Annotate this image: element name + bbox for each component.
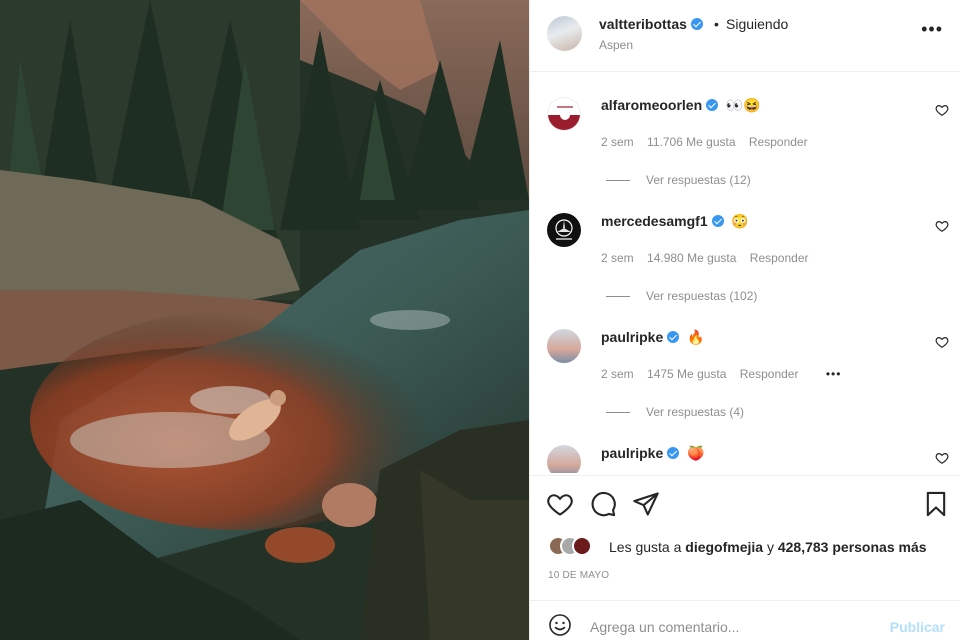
publish-button[interactable]: Publicar [890, 619, 945, 635]
commenter-username[interactable]: paulripke 🔥 [601, 329, 704, 346]
comment-meta: 2 sem 11.706 Me gusta Responder [601, 135, 818, 149]
comment-text: 🍑 [687, 445, 705, 461]
mercedes-logo-icon [555, 219, 573, 240]
verified-badge-icon [667, 331, 680, 343]
more-options-icon[interactable]: ••• [921, 20, 943, 38]
commenter-username[interactable]: paulripke 🍑 [601, 445, 704, 462]
author-username[interactable]: valtteribottas [599, 16, 703, 32]
comment-item: paulripke 🍑 [530, 421, 960, 473]
replies-divider [606, 412, 630, 414]
comment-input[interactable]: Agrega un comentario... [590, 619, 739, 635]
comment-time[interactable]: 2 sem [601, 135, 634, 149]
view-replies-label[interactable]: Ver respuestas (102) [646, 289, 757, 303]
comment-text: 🔥 [687, 329, 705, 345]
verified-badge-icon [706, 99, 719, 111]
author-avatar[interactable] [547, 16, 582, 51]
comment-options-icon[interactable]: ••• [826, 367, 842, 381]
verified-badge-icon [711, 215, 724, 227]
commenter-username-text[interactable]: mercedesamgf1 [601, 213, 708, 229]
comment-meta: 2 sem 1475 Me gusta Responder ••• [601, 367, 851, 381]
like-heart-icon[interactable] [546, 490, 574, 518]
comment-item: alfaromeoorlen 👀😆 2 sem 11.706 Me gusta … [530, 73, 960, 189]
replies-divider [606, 296, 630, 298]
comment-icon[interactable] [589, 490, 617, 518]
post-location[interactable]: Aspen [599, 38, 633, 52]
view-replies-button[interactable]: Ver respuestas (4) [606, 405, 744, 419]
commenter-username-text[interactable]: paulripke [601, 445, 663, 461]
like-comment-heart-icon[interactable] [935, 103, 949, 117]
post-photo[interactable] [0, 0, 529, 640]
commenter-avatar[interactable] [547, 97, 581, 131]
post-date[interactable]: 10 DE MAYO [548, 570, 609, 581]
liker-avatar [572, 536, 592, 556]
commenter-avatar[interactable] [547, 445, 581, 473]
reply-button[interactable]: Responder [749, 135, 808, 149]
comments-list[interactable]: alfaromeoorlen 👀😆 2 sem 11.706 Me gusta … [530, 73, 960, 473]
comment-likes[interactable]: 14.980 Me gusta [647, 251, 736, 265]
view-replies-button[interactable]: Ver respuestas (102) [606, 289, 757, 303]
comment-text: 😳 [731, 213, 749, 229]
likes-conj: y [766, 539, 774, 555]
commenter-username-text[interactable]: alfaromeoorlen [601, 97, 702, 113]
comment-time[interactable]: 2 sem [601, 251, 634, 265]
comment-text: 👀😆 [725, 97, 761, 113]
post-actions: Les gusta a diegofmejia y 428,783 person… [530, 475, 960, 600]
likes-text: Les gusta a diegofmejia y 428,783 person… [609, 539, 927, 555]
commenter-username-text[interactable]: paulripke [601, 329, 663, 345]
comment-likes[interactable]: 11.706 Me gusta [647, 135, 736, 149]
verified-badge-icon [690, 18, 703, 30]
comment-item: paulripke 🔥 2 sem 1475 Me gusta Responde… [530, 305, 960, 421]
commenter-avatar[interactable] [547, 329, 581, 363]
share-icon[interactable] [632, 490, 660, 518]
like-comment-heart-icon[interactable] [935, 219, 949, 233]
view-replies-label[interactable]: Ver respuestas (4) [646, 405, 744, 419]
header-separator: • [714, 16, 719, 32]
verified-badge-icon [667, 447, 680, 459]
comment-meta: 2 sem 14.980 Me gusta Responder [601, 251, 819, 265]
post-header: valtteribottas • Siguiendo Aspen ••• [530, 0, 960, 72]
like-comment-heart-icon[interactable] [935, 335, 949, 349]
post-side-panel: valtteribottas • Siguiendo Aspen ••• alf… [529, 0, 960, 640]
view-replies-button[interactable]: Ver respuestas (12) [606, 173, 751, 187]
author-username-text[interactable]: valtteribottas [599, 16, 687, 32]
commenter-username[interactable]: mercedesamgf1 😳 [601, 213, 749, 230]
bookmark-icon[interactable] [922, 490, 950, 518]
replies-divider [606, 180, 630, 182]
reply-button[interactable]: Responder [740, 367, 799, 381]
likes-count[interactable]: 428,783 personas más [778, 539, 927, 555]
alfa-romeo-logo-icon [548, 106, 580, 130]
comment-item: mercedesamgf1 😳 2 sem 14.980 Me gusta Re… [530, 189, 960, 305]
commenter-username[interactable]: alfaromeoorlen 👀😆 [601, 97, 761, 114]
like-comment-heart-icon[interactable] [935, 451, 949, 465]
commenter-avatar[interactable] [547, 213, 581, 247]
reply-button[interactable]: Responder [750, 251, 809, 265]
likes-prefix: Les gusta a [609, 539, 682, 555]
view-replies-label[interactable]: Ver respuestas (12) [646, 173, 751, 187]
comment-likes[interactable]: 1475 Me gusta [647, 367, 726, 381]
following-button[interactable]: Siguiendo [726, 16, 788, 32]
add-comment-bar: Agrega un comentario... Publicar [530, 600, 960, 640]
emoji-icon[interactable] [548, 613, 572, 637]
post-photo-image [0, 0, 529, 640]
comment-time[interactable]: 2 sem [601, 367, 634, 381]
liker-username[interactable]: diegofmejia [685, 539, 763, 555]
